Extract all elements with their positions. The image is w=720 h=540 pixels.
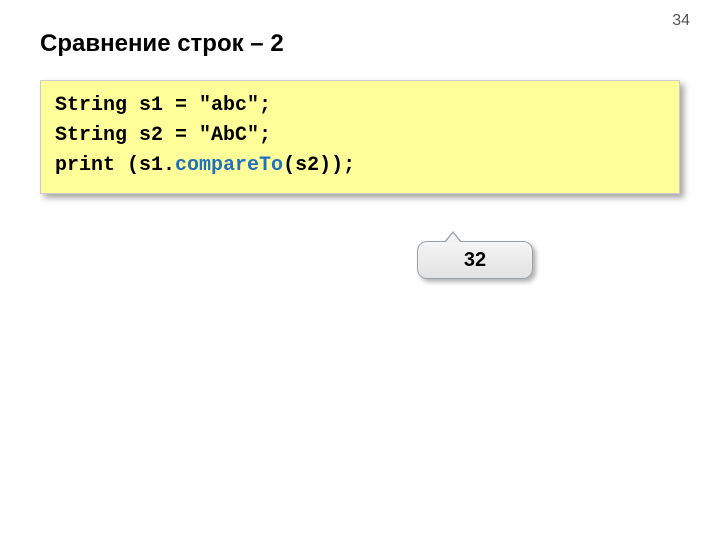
code-block: String s1 = "abc"; String s2 = "AbC"; pr… bbox=[40, 80, 680, 194]
code-text: ; bbox=[259, 124, 271, 147]
result-value: 32 bbox=[464, 249, 486, 272]
code-text: ; bbox=[259, 94, 271, 117]
code-text: String s1 = bbox=[55, 94, 199, 117]
code-line-3: print (s1.compareTo(s2)); bbox=[55, 151, 665, 181]
code-string-literal: "abc" bbox=[199, 94, 259, 117]
page-number: 34 bbox=[672, 12, 690, 30]
code-string-literal: "AbC" bbox=[199, 124, 259, 147]
code-text: (s2)); bbox=[283, 154, 355, 177]
code-text: String s2 = bbox=[55, 124, 199, 147]
result-callout: 32 bbox=[417, 241, 533, 279]
code-line-2: String s2 = "AbC"; bbox=[55, 121, 665, 151]
slide-title: Сравнение строк – 2 bbox=[40, 30, 284, 58]
code-container: String s1 = "abc"; String s2 = "AbC"; pr… bbox=[40, 80, 680, 194]
code-line-1: String s1 = "abc"; bbox=[55, 91, 665, 121]
code-method-name: compareTo bbox=[175, 154, 283, 177]
code-text: print (s1. bbox=[55, 154, 175, 177]
